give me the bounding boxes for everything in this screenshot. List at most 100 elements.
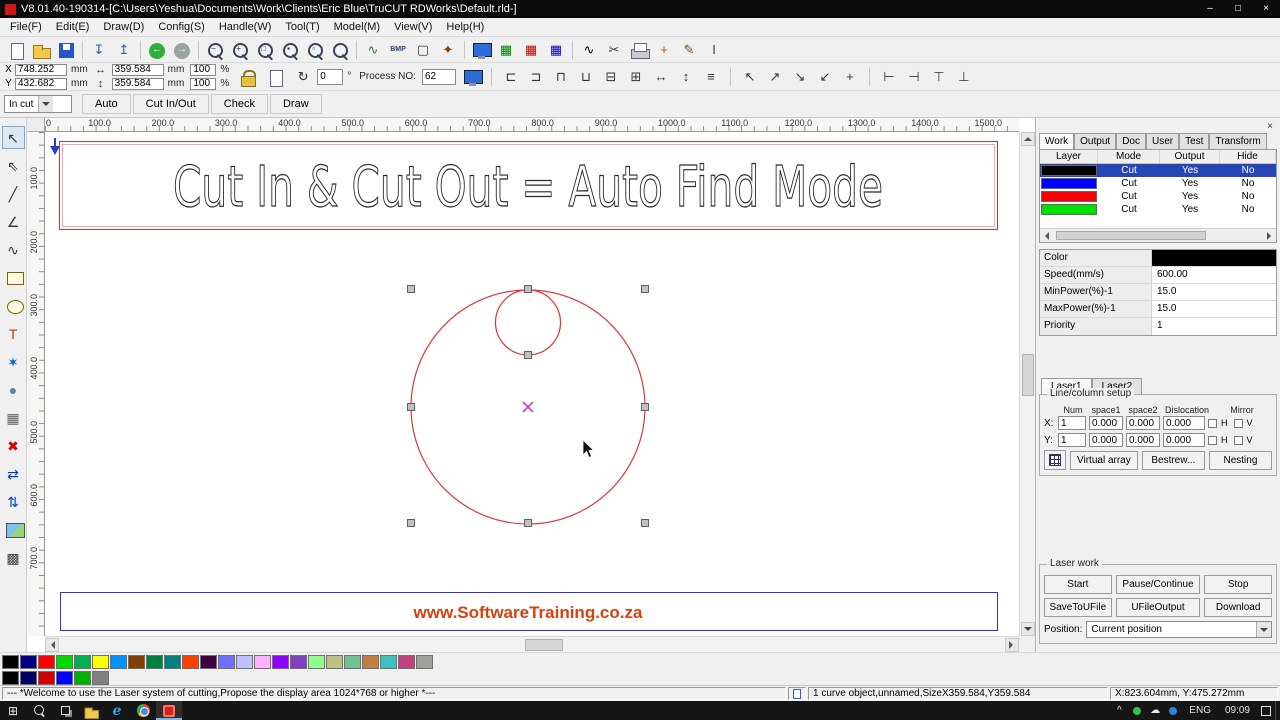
layer-row[interactable]: Cut Yes No bbox=[1040, 190, 1276, 203]
bestrew-button[interactable]: Bestrew... bbox=[1141, 450, 1205, 470]
redo-icon[interactable]: → bbox=[170, 39, 194, 61]
mirror-horizontal-icon[interactable]: ⇄ bbox=[2, 462, 25, 485]
mode-draw-button[interactable]: Draw bbox=[269, 94, 322, 114]
clock[interactable]: 09:09 bbox=[1218, 701, 1257, 720]
align-bottom-icon[interactable]: ⊔ bbox=[574, 66, 598, 88]
delete-tool-icon[interactable]: ✖ bbox=[2, 434, 25, 457]
align-center-v-icon[interactable]: ⊞ bbox=[624, 66, 648, 88]
node-edit-tool-icon[interactable]: ⇖ bbox=[2, 154, 25, 177]
horizontal-scrollbar[interactable] bbox=[45, 636, 1019, 652]
task-view-button[interactable] bbox=[52, 701, 78, 720]
ellipse-tool-icon[interactable] bbox=[2, 294, 25, 317]
menu-item-view-v[interactable]: View(V) bbox=[387, 19, 439, 35]
menu-item-handle-w[interactable]: Handle(W) bbox=[212, 19, 279, 35]
menu-item-help-h[interactable]: Help(H) bbox=[439, 19, 491, 35]
stop-button[interactable]: Stop bbox=[1204, 575, 1272, 594]
palette-swatch[interactable] bbox=[92, 655, 109, 669]
open-file-icon[interactable] bbox=[29, 39, 53, 61]
palette-swatch[interactable] bbox=[218, 655, 235, 669]
curve-tool-icon[interactable]: ∿ bbox=[2, 238, 25, 261]
palette-swatch[interactable] bbox=[254, 655, 271, 669]
flip-left-icon[interactable]: ⊢ bbox=[877, 66, 901, 88]
grid-tool-icon[interactable]: ▦ bbox=[2, 406, 25, 429]
cut-preview-icon[interactable]: ✂ bbox=[602, 39, 626, 61]
array-grid-button[interactable] bbox=[1044, 450, 1066, 470]
edge-button[interactable]: e bbox=[104, 701, 130, 720]
layer-row[interactable]: Cut Yes No bbox=[1040, 164, 1276, 177]
horizontal-scroll-thumb[interactable] bbox=[525, 639, 563, 651]
undo-icon[interactable]: ← bbox=[145, 39, 169, 61]
nesting-button[interactable]: Nesting bbox=[1208, 450, 1273, 470]
rect-select-icon[interactable]: ▢ bbox=[411, 39, 435, 61]
zoom-all-icon[interactable]: ▪ bbox=[278, 39, 302, 61]
palette-swatch[interactable] bbox=[2, 671, 19, 685]
menu-item-file-f[interactable]: File(F) bbox=[3, 19, 49, 35]
savetoufile-button[interactable]: SaveToUFile bbox=[1044, 598, 1112, 617]
rdworks-taskbar-button[interactable] bbox=[156, 701, 182, 720]
same-height-icon[interactable]: ↕ bbox=[674, 66, 698, 88]
zoom-window-icon[interactable]: □ bbox=[253, 39, 277, 61]
menu-item-model-m[interactable]: Model(M) bbox=[327, 19, 387, 35]
scroll-left-icon[interactable] bbox=[1041, 231, 1049, 240]
tab-test[interactable]: Test bbox=[1179, 133, 1210, 149]
node-edit-icon[interactable]: ✦ bbox=[436, 39, 460, 61]
height-percent-input[interactable] bbox=[190, 77, 217, 90]
property-row[interactable]: MinPower(%)-1 15.0 bbox=[1040, 284, 1276, 301]
array-output-icon[interactable]: ▦ bbox=[494, 39, 518, 61]
y-dislocation-input[interactable] bbox=[1163, 433, 1205, 447]
palette-swatch[interactable] bbox=[272, 655, 289, 669]
tab-doc[interactable]: Doc bbox=[1116, 133, 1146, 149]
move-bottom-left-icon[interactable]: ↙ bbox=[813, 66, 837, 88]
tab-transform[interactable]: Transform bbox=[1209, 133, 1267, 149]
zoom-select-icon[interactable]: ▫ bbox=[303, 39, 327, 61]
width-input[interactable] bbox=[111, 63, 164, 76]
y-num-input[interactable] bbox=[1058, 433, 1086, 447]
palette-swatch[interactable] bbox=[416, 655, 433, 669]
scroll-down-icon[interactable] bbox=[1020, 622, 1035, 636]
tab-output[interactable]: Output bbox=[1074, 133, 1117, 149]
palette-swatch[interactable] bbox=[200, 655, 217, 669]
width-percent-input[interactable] bbox=[190, 63, 217, 76]
palette-swatch[interactable] bbox=[2, 655, 19, 669]
line-tool-icon[interactable]: ╱ bbox=[2, 182, 25, 205]
same-width-icon[interactable]: ↔ bbox=[649, 66, 673, 88]
palette-swatch[interactable] bbox=[344, 655, 361, 669]
tray-icon-1[interactable] bbox=[1128, 701, 1146, 720]
action-center-button[interactable] bbox=[1257, 701, 1275, 720]
align-center-h-icon[interactable]: ⊟ bbox=[599, 66, 623, 88]
export-icon[interactable]: ↥ bbox=[112, 39, 136, 61]
tray-icon-2[interactable] bbox=[1164, 701, 1182, 720]
position-select[interactable]: Current position bbox=[1086, 621, 1272, 638]
close-button[interactable]: × bbox=[1252, 0, 1280, 18]
palette-swatch[interactable] bbox=[38, 671, 55, 685]
menu-item-draw-d[interactable]: Draw(D) bbox=[96, 19, 151, 35]
scroll-left-icon[interactable] bbox=[45, 637, 59, 652]
mode-check-button[interactable]: Check bbox=[210, 94, 268, 114]
flip-top-icon[interactable]: ⊤ bbox=[927, 66, 951, 88]
rotate-button[interactable]: ↻ bbox=[291, 66, 315, 88]
palette-swatch[interactable] bbox=[74, 671, 91, 685]
tab-work[interactable]: Work bbox=[1039, 133, 1075, 149]
angle-input[interactable] bbox=[317, 68, 344, 85]
palette-swatch[interactable] bbox=[92, 671, 109, 685]
fill-tool-icon[interactable]: ● bbox=[2, 378, 25, 401]
x-dislocation-input[interactable] bbox=[1163, 416, 1205, 430]
headline-frame[interactable]: Cut In & Cut Out = Auto Find Mode bbox=[59, 141, 998, 230]
palette-swatch[interactable] bbox=[74, 655, 91, 669]
property-row[interactable]: Priority 1 bbox=[1040, 318, 1276, 335]
layer-table-scrollbar[interactable] bbox=[1040, 228, 1276, 242]
pause-continue-button[interactable]: Pause/Continue bbox=[1115, 575, 1201, 594]
show-desktop-button[interactable] bbox=[1275, 701, 1280, 720]
pan-view-icon[interactable] bbox=[328, 39, 352, 61]
palette-swatch[interactable] bbox=[398, 655, 415, 669]
text-tool-icon[interactable]: T bbox=[2, 322, 25, 345]
image-tool-icon[interactable] bbox=[2, 518, 25, 541]
palette-swatch[interactable] bbox=[380, 655, 397, 669]
file-explorer-button[interactable] bbox=[78, 701, 104, 720]
property-row[interactable]: Color bbox=[1040, 250, 1276, 267]
palette-swatch[interactable] bbox=[110, 655, 127, 669]
select-tool-icon[interactable]: ↖ bbox=[1, 126, 25, 149]
preview-button[interactable] bbox=[460, 66, 484, 88]
x-space1-input[interactable] bbox=[1089, 416, 1123, 430]
x-num-input[interactable] bbox=[1058, 416, 1086, 430]
